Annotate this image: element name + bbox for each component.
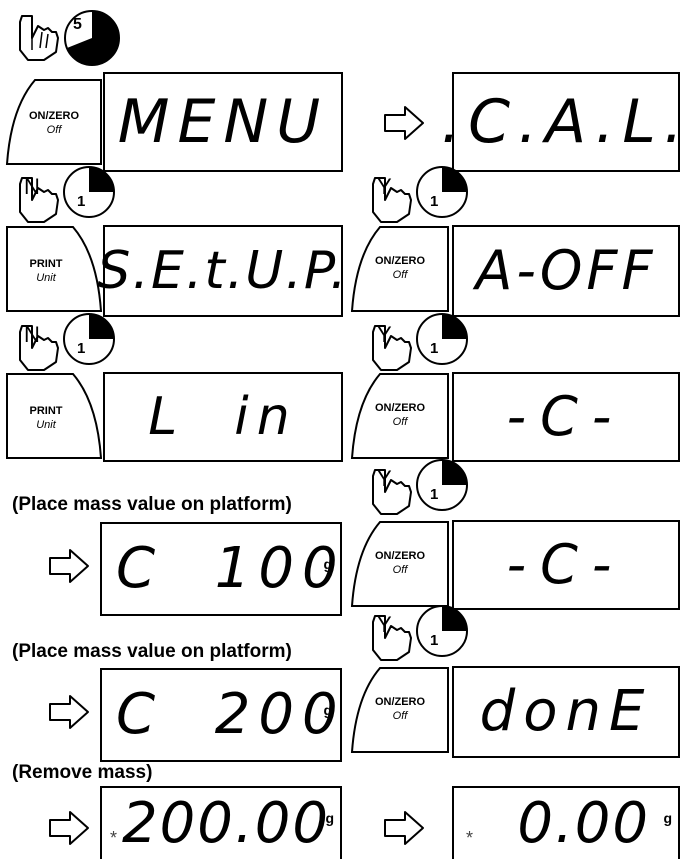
display-text: C 200 xyxy=(116,682,346,747)
arrow-right-icon xyxy=(49,695,89,729)
key-label-top: ON/ZERO xyxy=(374,550,426,562)
on-zero-key[interactable]: ON/ZERO Off xyxy=(350,372,450,460)
timer-label: 5 xyxy=(73,16,82,33)
timer-label: 1 xyxy=(430,193,439,210)
timer-icon xyxy=(63,166,115,218)
lcd-display-setup: S.E.t.U.P. xyxy=(97,225,349,317)
on-zero-key[interactable]: ON/ZERO Off xyxy=(5,78,103,166)
unit-label: g xyxy=(663,810,672,826)
timer-icon xyxy=(64,10,120,66)
hand-letter: Y xyxy=(377,466,392,491)
display-text: MENU xyxy=(117,87,329,157)
timer-icon xyxy=(416,459,468,511)
instruction-note: (Place mass value on platform) xyxy=(12,494,292,515)
instruction-note: (Place mass value on platform) xyxy=(12,641,292,662)
unit-label: g xyxy=(323,702,332,718)
key-label-bottom: Off xyxy=(392,416,408,428)
on-zero-key[interactable]: ON/ZERO Off xyxy=(350,666,450,754)
lcd-display-final-200: * 200.00 g xyxy=(100,786,342,859)
print-unit-key[interactable]: PRINT Unit xyxy=(5,372,103,460)
lcd-display-done: donE xyxy=(452,666,680,758)
lcd-display-c200: C 200 g xyxy=(100,668,342,762)
timer-label: 1 xyxy=(430,632,439,649)
key-label-top: ON/ZERO xyxy=(374,402,426,414)
hand-letter: Y xyxy=(377,612,392,637)
key-label-top: PRINT xyxy=(29,405,63,417)
instruction-note: (Remove mass) xyxy=(12,762,153,783)
timer-label: 1 xyxy=(430,486,439,503)
lcd-display-c: -C- xyxy=(452,372,680,462)
hand-letter: N xyxy=(24,322,40,347)
lcd-display-c: -C- xyxy=(452,520,680,610)
lcd-display-lin: L in xyxy=(103,372,343,462)
display-text: 0.00 xyxy=(517,790,650,856)
hand-letter: N xyxy=(24,174,40,199)
key-label-top: ON/ZERO xyxy=(28,110,80,122)
lcd-display-final-0: * 0.00 g xyxy=(452,786,680,859)
timer-icon xyxy=(416,313,468,365)
lcd-display-cal: .C.A.L. xyxy=(441,72,683,172)
display-text: L in xyxy=(148,387,298,447)
display-text: donE xyxy=(479,679,653,744)
display-text: -C- xyxy=(506,533,626,596)
lcd-display-c100: C 100 g xyxy=(100,522,342,616)
hand-letter: Y xyxy=(377,174,392,199)
key-label-top: PRINT xyxy=(29,258,63,270)
timer-icon xyxy=(416,166,468,218)
lcd-display-menu: MENU xyxy=(103,72,343,172)
display-text: -C- xyxy=(506,385,626,448)
arrow-right-icon xyxy=(49,549,89,583)
key-label-top: ON/ZERO xyxy=(374,696,426,708)
timer-label: 1 xyxy=(430,340,439,357)
arrow-right-icon xyxy=(384,811,424,845)
arrow-right-icon xyxy=(384,106,424,140)
key-label-bottom: Unit xyxy=(36,419,56,431)
unit-label: g xyxy=(325,810,334,826)
on-zero-key[interactable]: ON/ZERO Off xyxy=(350,520,450,608)
key-label-bottom: Unit xyxy=(36,272,56,284)
arrow-right-icon xyxy=(49,811,89,845)
key-label-bottom: Off xyxy=(392,710,408,722)
timer-label: 1 xyxy=(77,340,86,357)
unit-label: g xyxy=(323,556,332,572)
print-unit-key[interactable]: PRINT Unit xyxy=(5,225,103,313)
display-text: .C.A.L. xyxy=(441,87,683,157)
display-text: A-OFF xyxy=(475,239,657,302)
display-text: S.E.t.U.P. xyxy=(97,241,349,301)
hand-letter: Y xyxy=(377,322,392,347)
on-zero-key[interactable]: ON/ZERO Off xyxy=(350,225,450,313)
display-text: C 100 xyxy=(116,536,346,601)
hand-press-icon xyxy=(19,15,59,61)
timer-label: 1 xyxy=(77,193,86,210)
key-label-top: ON/ZERO xyxy=(374,255,426,267)
key-label-bottom: Off xyxy=(392,269,408,281)
timer-icon xyxy=(63,313,115,365)
key-label-bottom: Off xyxy=(392,564,408,576)
lcd-display-a-off: A-OFF xyxy=(452,225,680,317)
key-label-bottom: Off xyxy=(46,124,62,136)
timer-icon xyxy=(416,605,468,657)
display-text: 200.00 xyxy=(122,790,330,856)
